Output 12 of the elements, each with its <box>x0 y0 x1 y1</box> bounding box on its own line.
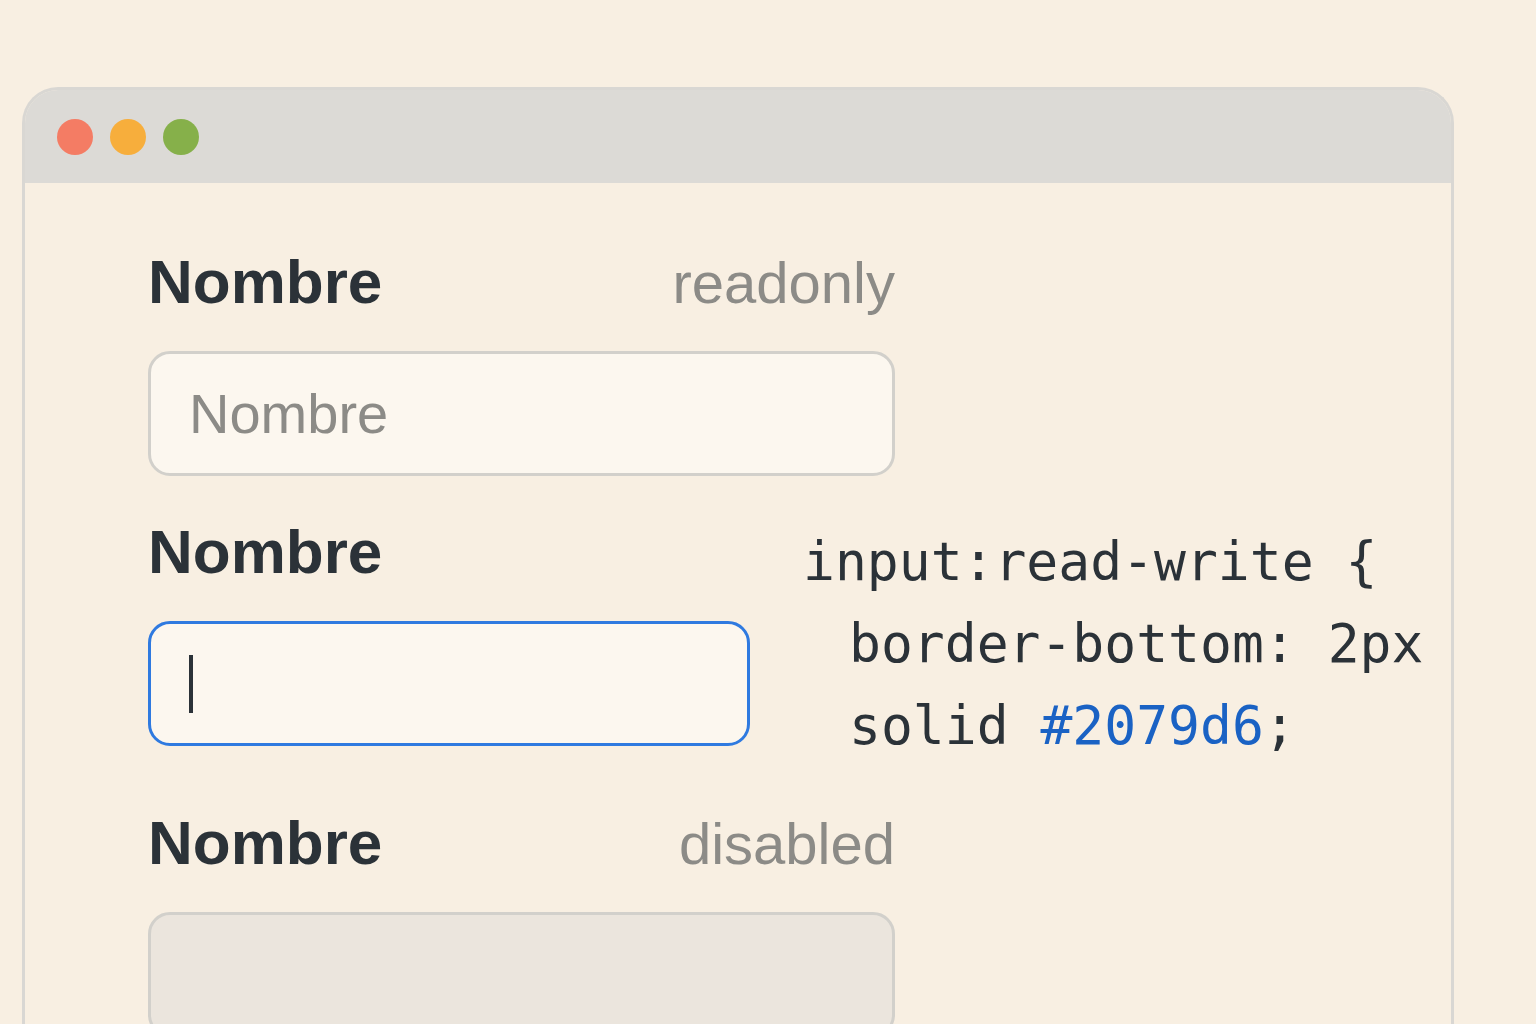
input-field[interactable] <box>148 621 750 746</box>
field-label: Nombre <box>148 251 383 313</box>
field-label: Nombre <box>148 521 383 583</box>
code-line: solid #2079d6; <box>848 694 1297 758</box>
close-icon[interactable] <box>57 118 93 155</box>
maximize-icon[interactable] <box>163 118 199 155</box>
field-label: Nombre <box>148 812 383 874</box>
text-cursor-icon <box>189 654 193 713</box>
code-line: border-bottom: 2px <box>848 612 1424 676</box>
state-tag: disabled <box>678 815 895 873</box>
code-line: input:read-write { <box>803 530 1379 594</box>
minimize-icon[interactable] <box>110 118 146 155</box>
